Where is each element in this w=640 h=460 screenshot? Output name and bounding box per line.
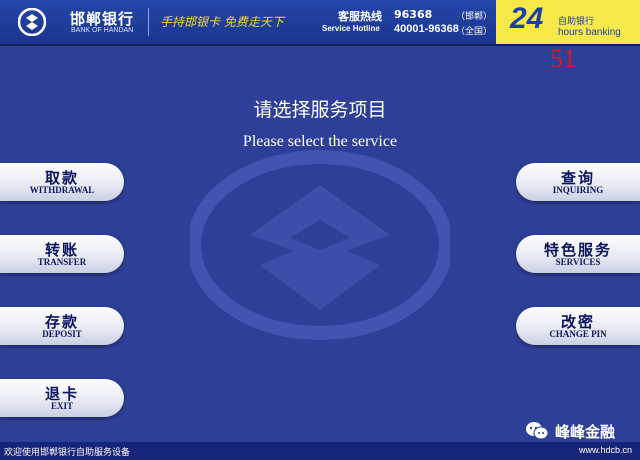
services-label-en: SERVICES: [555, 257, 601, 267]
wechat-watermark: 峰峰金融: [525, 420, 635, 442]
hotline-en-note: （全国）: [456, 27, 493, 37]
watermark-logo-icon: [190, 150, 450, 340]
hotline-cn-number: 96368: [394, 8, 433, 21]
badge-en: hours banking: [558, 27, 621, 38]
prompt-title-en: Please select the service: [242, 133, 398, 150]
slogan: 手持邯银卡 免费走天下: [160, 15, 284, 29]
inquiring-label-en: INQUIRING: [552, 185, 604, 195]
prompt-title-cn: 请选择服务项目: [253, 99, 387, 121]
change-pin-label-en: CHANGE PIN: [549, 329, 607, 339]
transfer-button[interactable]: 转账 TRANSFER: [0, 235, 124, 273]
withdrawal-button[interactable]: 取款 WITHDRAWAL: [0, 163, 124, 201]
wechat-label: 峰峰金融: [555, 423, 616, 441]
hotline-cn-note: （邯郸）: [456, 12, 493, 22]
exit-button[interactable]: 退卡 EXIT: [0, 379, 124, 417]
hotline-en-label: Service Hotline: [322, 24, 380, 33]
bank-logo-icon: [18, 8, 46, 36]
hotline-en-number: 40001-96368: [394, 23, 459, 35]
countdown-timer: 51: [550, 44, 576, 73]
header-bar: 邯郸银行 BANK OF HANDAN 手持邯银卡 免费走天下 客服热线 963…: [0, 0, 640, 46]
header-divider: [148, 8, 149, 36]
exit-label-en: EXIT: [50, 401, 73, 411]
brand-name-en: BANK OF HANDAN: [71, 27, 134, 34]
hotline-cn-label: 客服热线: [338, 10, 382, 23]
footer-bar: 欢迎使用邯郸银行自助服务设备 www.hdcb.cn: [0, 442, 640, 460]
services-button[interactable]: 特色服务 SERVICES: [516, 235, 640, 273]
deposit-button[interactable]: 存款 DEPOSIT: [0, 307, 124, 345]
deposit-label-en: DEPOSIT: [42, 329, 82, 339]
footer-url: www.hdcb.cn: [578, 445, 632, 455]
transfer-label-en: TRANSFER: [37, 257, 87, 267]
badge-number: 24: [510, 2, 544, 35]
brand-name-cn: 邯郸银行: [70, 10, 135, 28]
24-hours-badge: 24 自助银行 hours banking: [496, 0, 640, 44]
wechat-icon: [526, 422, 549, 440]
withdrawal-label-en: WITHDRAWAL: [29, 185, 95, 195]
change-pin-button[interactable]: 改密 CHANGE PIN: [516, 307, 640, 345]
inquiring-button[interactable]: 查询 INQUIRING: [516, 163, 640, 201]
footer-text: 欢迎使用邯郸银行自助服务设备: [4, 448, 131, 458]
badge-cn: 自助银行: [558, 17, 595, 27]
